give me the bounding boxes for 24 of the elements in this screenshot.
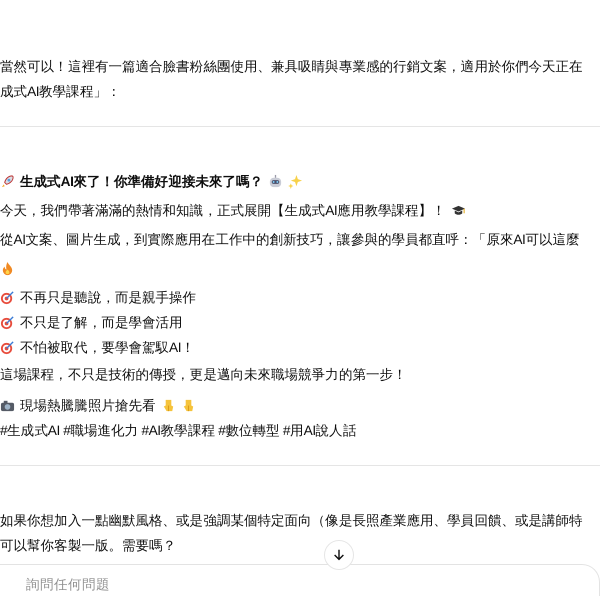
target-icon	[0, 290, 15, 305]
rocket-icon	[0, 174, 15, 189]
post-text: 不只是了解，而是學會活用	[20, 314, 183, 332]
post-text: 這場課程，不只是技術的傳授，更是邁向未來職場競爭力的第一步！	[0, 366, 407, 384]
post-heading: 生成式AI來了！你準備好迎接未來了嗎？	[20, 173, 264, 191]
message-text: 如果你想加入一點幽默風格、或是強調某個特定面向（像是長照產業應用、學員回饋、或是講師特	[0, 512, 583, 530]
sparkles-icon	[288, 174, 304, 189]
message-text: 當然可以！這裡有一篇適合臉書粉絲團使用、兼具吸睛與專業感的行銷文案，適用於你們今天正在	[0, 58, 583, 76]
fire-icon	[0, 261, 15, 276]
message-text: 成式AI教學課程」：	[0, 83, 120, 101]
camera-icon	[0, 398, 15, 413]
arrow-down-icon	[332, 548, 346, 562]
hashtags: #生成式AI #職場進化力 #AI教學課程 #數位轉型 #用AI說人話	[0, 422, 356, 440]
target-icon	[0, 340, 15, 355]
target-icon	[0, 315, 15, 330]
post-text: 今天，我們帶著滿滿的熱情和知識，正式展開【生成式AI應用教學課程】！	[0, 202, 446, 220]
composer-field[interactable]: 詢問任何問題	[0, 564, 600, 596]
message-text: 可以幫你客製一版。需要嗎？	[0, 537, 176, 555]
post-text: 現場熱騰騰照片搶先看	[20, 397, 156, 415]
post-text: 不怕被取代，要學會駕馭AI！	[20, 339, 195, 357]
post-text: 不再只是聽說，而是親手操作	[20, 289, 196, 307]
post-text: 從AI文案、圖片生成，到實際應用在工作中的創新技巧，讓參與的學員都直呼：「原來AI可以這麼	[0, 231, 580, 249]
robot-icon	[268, 174, 284, 189]
scroll-down-button[interactable]	[324, 540, 354, 570]
